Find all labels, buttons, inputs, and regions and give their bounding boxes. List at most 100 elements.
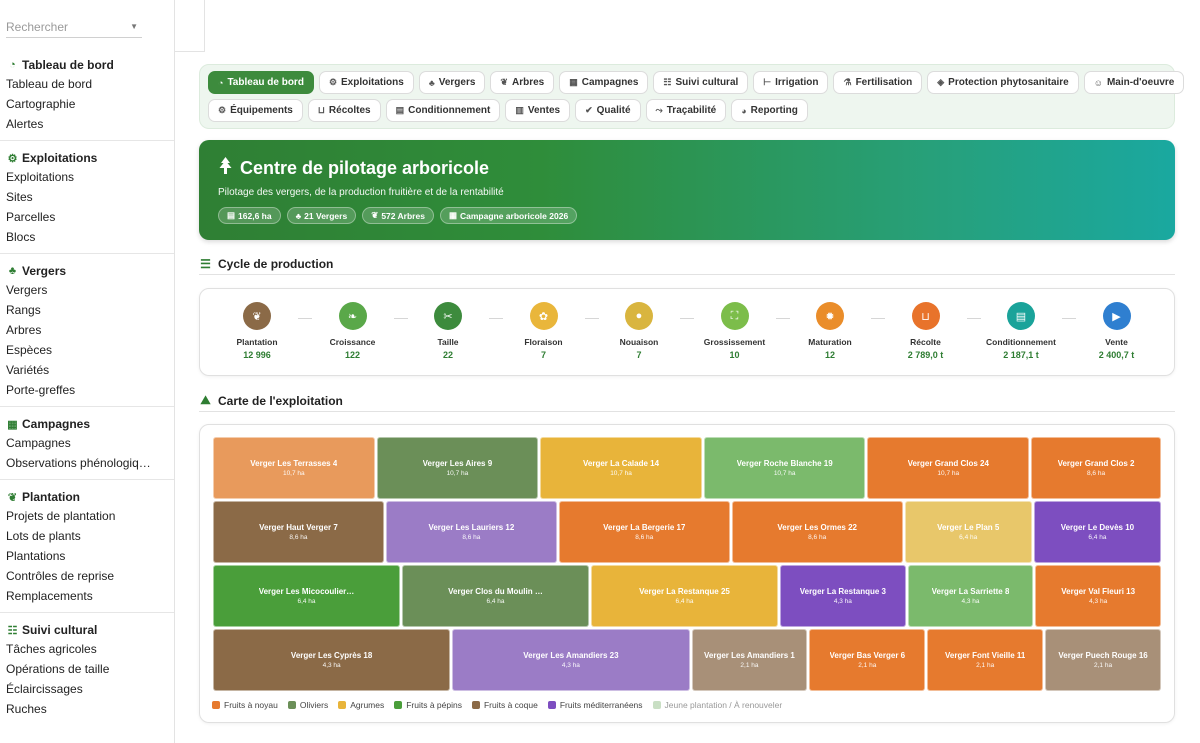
- tab-label: Qualité: [596, 105, 631, 116]
- sidebar-item[interactable]: Sites: [0, 187, 174, 207]
- sidebar-item[interactable]: Tâches agricoles: [0, 639, 174, 659]
- legend-label: Fruits à coque: [483, 700, 538, 710]
- tab-label: Vergers: [438, 77, 476, 88]
- orchard-name: Verger La Restanque 25: [639, 587, 730, 596]
- stage-label: Croissance: [329, 337, 376, 347]
- sidebar-item[interactable]: Arbres: [0, 320, 174, 340]
- tab-traçabilité[interactable]: ⤳ Traçabilité: [645, 99, 727, 122]
- cycle-stage[interactable]: ❦ Plantation 12 996: [207, 302, 307, 360]
- sidebar-item[interactable]: Tableau de bord: [0, 74, 174, 94]
- sidebar-item[interactable]: Porte-greffes: [0, 380, 174, 400]
- stage-value: 7: [540, 350, 546, 360]
- sidebar-item[interactable]: Opérations de taille: [0, 659, 174, 679]
- orchard-tile[interactable]: Verger La Restanque 3 4,3 ha: [780, 565, 906, 627]
- orchard-area: 10,7 ha: [446, 470, 469, 477]
- sidebar-item[interactable]: Alertes: [0, 114, 174, 134]
- orchard-tile[interactable]: Verger La Calade 14 10,7 ha: [540, 437, 702, 499]
- sidebar-item[interactable]: Exploitations: [0, 167, 174, 187]
- tab-équipements[interactable]: ⚙ Équipements: [208, 99, 303, 122]
- sidebar-item[interactable]: Vergers: [0, 280, 174, 300]
- sidebar-item[interactable]: Observations phénologiq…: [0, 453, 174, 473]
- tab-fertilisation[interactable]: ⚗ Fertilisation: [833, 71, 923, 94]
- orchard-tile[interactable]: Verger Bas Verger 6 2,1 ha: [809, 629, 926, 691]
- tractor-icon: ⚙: [328, 77, 338, 87]
- cycle-stage[interactable]: ⊔ Récolte 2 789,0 t: [876, 302, 976, 360]
- sidebar-item[interactable]: Remplacements: [0, 586, 174, 606]
- orchard-tile[interactable]: Verger Le Devès 10 6,4 ha: [1033, 501, 1161, 563]
- chevron-down-icon[interactable]: ▼: [130, 22, 138, 31]
- orchard-tile[interactable]: Verger Les Amandiers 1 2,1 ha: [691, 629, 808, 691]
- sidebar-item[interactable]: Espèces: [0, 340, 174, 360]
- cycle-stage[interactable]: ▶ Vente 2 400,7 t: [1067, 302, 1167, 360]
- basket-icon: ⊔: [911, 302, 940, 330]
- stage-label: Vente: [1105, 337, 1128, 347]
- module-nav: ◔ Tableau de bord ⚙ Exploitations ♣ Vergers ❦ A…: [199, 64, 1185, 129]
- legend-label: Agrumes: [350, 700, 385, 710]
- tab-protection-phytosanitaire[interactable]: ◈ Protection phytosanitaire: [927, 71, 1079, 94]
- sidebar-item[interactable]: Contrôles de reprise: [0, 566, 174, 586]
- orchard-tile[interactable]: Verger Les Micocoulier… 6,4 ha: [213, 565, 400, 627]
- tab-suivi-cultural[interactable]: ☷ Suivi cultural: [653, 71, 749, 94]
- cycle-stage[interactable]: ⛶ Grossissement 10: [685, 302, 785, 360]
- cycle-stage[interactable]: ✿ Floraison 7: [494, 302, 594, 360]
- tab-conditionnement[interactable]: ▤ Conditionnement: [385, 99, 501, 122]
- orchard-tile[interactable]: Verger Font Vieille 11 2,1 ha: [927, 629, 1044, 691]
- sidebar-item[interactable]: Blocs: [0, 227, 174, 247]
- orchard-tile[interactable]: Verger Grand Clos 24 10,7 ha: [867, 437, 1030, 499]
- tab-ventes[interactable]: ▥ Ventes: [505, 99, 571, 122]
- tab-exploitations[interactable]: ⚙ Exploitations: [318, 71, 414, 94]
- stage-label: Grossissement: [703, 337, 766, 347]
- tab-reporting[interactable]: ◕ Reporting: [731, 99, 808, 122]
- orchard-tile[interactable]: Verger La Bergerie 17 8,6 ha: [558, 501, 730, 563]
- boxes-icon: ▤: [395, 105, 405, 115]
- sidebar-item[interactable]: Projets de plantation: [0, 506, 174, 526]
- orchard-tile[interactable]: Verger Haut Verger 7 8,6 ha: [213, 501, 384, 563]
- tab-récoltes[interactable]: ⊔ Récoltes: [307, 99, 381, 122]
- cycle-stage[interactable]: ❧ Croissance 122: [303, 302, 403, 360]
- tab-tableau-de-bord[interactable]: ◔ Tableau de bord: [208, 71, 314, 94]
- tree-icon: [218, 157, 233, 179]
- tab-arbres[interactable]: ❦ Arbres: [490, 71, 555, 94]
- sidebar-item[interactable]: Éclaircissages: [0, 679, 174, 699]
- orchard-area: 6,4 ha: [297, 598, 316, 605]
- orchard-tile[interactable]: Verger Les Ormes 22 8,6 ha: [731, 501, 903, 563]
- cycle-stage[interactable]: ● Nouaison 7: [589, 302, 689, 360]
- legend-item: Fruits à pépins: [394, 700, 462, 710]
- sidebar-item[interactable]: Parcelles: [0, 207, 174, 227]
- orchard-tile[interactable]: Verger Clos du Moulin … 6,4 ha: [402, 565, 589, 627]
- hero-badge-label: 21 Vergers: [304, 210, 348, 221]
- orchard-tile[interactable]: Verger Les Terrasses 4 10,7 ha: [213, 437, 375, 499]
- cycle-stage[interactable]: ▤ Conditionnement 2 187,1 t: [971, 302, 1071, 360]
- tab-irrigation[interactable]: ⊢ Irrigation: [753, 71, 829, 94]
- orchard-tile[interactable]: Verger La Restanque 25 6,4 ha: [591, 565, 779, 627]
- orchard-name: Verger La Calade 14: [583, 459, 660, 468]
- orchard-tile[interactable]: Verger Le Plan 5 6,4 ha: [904, 501, 1032, 563]
- orchard-tile[interactable]: Verger Les Cyprès 18 4,3 ha: [213, 629, 451, 691]
- search-select[interactable]: Rechercher ▼: [6, 16, 142, 38]
- cycle-stage[interactable]: ✹ Maturation 12: [780, 302, 880, 360]
- sidebar-item[interactable]: Ruches: [0, 699, 174, 719]
- orchard-tile[interactable]: Verger Les Amandiers 23 4,3 ha: [452, 629, 690, 691]
- sidebar-item[interactable]: Plantations: [0, 546, 174, 566]
- sidebar-item[interactable]: Rangs: [0, 300, 174, 320]
- cycle-stage[interactable]: ✂ Taille 22: [398, 302, 498, 360]
- orchard-tile[interactable]: Verger Roche Blanche 19 10,7 ha: [703, 437, 866, 499]
- stage-label: Floraison: [524, 337, 563, 347]
- orchard-tile[interactable]: Verger Puech Rouge 16 2,1 ha: [1045, 629, 1161, 691]
- sidebar-item[interactable]: Lots de plants: [0, 526, 174, 546]
- tab-qualité[interactable]: ✔ Qualité: [575, 99, 641, 122]
- orchard-tile[interactable]: Verger Les Lauriers 12 8,6 ha: [385, 501, 557, 563]
- orchard-tile[interactable]: Verger Les Aires 9 10,7 ha: [376, 437, 539, 499]
- orchard-tile[interactable]: Verger Val Fleuri 13 4,3 ha: [1035, 565, 1161, 627]
- tab-campagnes[interactable]: ▦ Campagnes: [559, 71, 649, 94]
- sidebar-item[interactable]: Cartographie: [0, 94, 174, 114]
- orchard-name: Verger Val Fleuri 13: [1061, 587, 1136, 596]
- orchard-tile[interactable]: Verger Grand Clos 2 8,6 ha: [1031, 437, 1161, 499]
- orchard-tile[interactable]: Verger La Sarriette 8 4,3 ha: [907, 565, 1034, 627]
- tab-vergers[interactable]: ♣ Vergers: [418, 71, 486, 94]
- boxes-icon: ▤: [1007, 302, 1035, 330]
- sidebar-item[interactable]: Campagnes: [0, 433, 174, 453]
- orchard-name: Verger Bas Verger 6: [829, 651, 906, 660]
- tab-main-d-oeuvre[interactable]: ☺ Main-d'oeuvre: [1083, 71, 1185, 94]
- sidebar-item[interactable]: Variétés: [0, 360, 174, 380]
